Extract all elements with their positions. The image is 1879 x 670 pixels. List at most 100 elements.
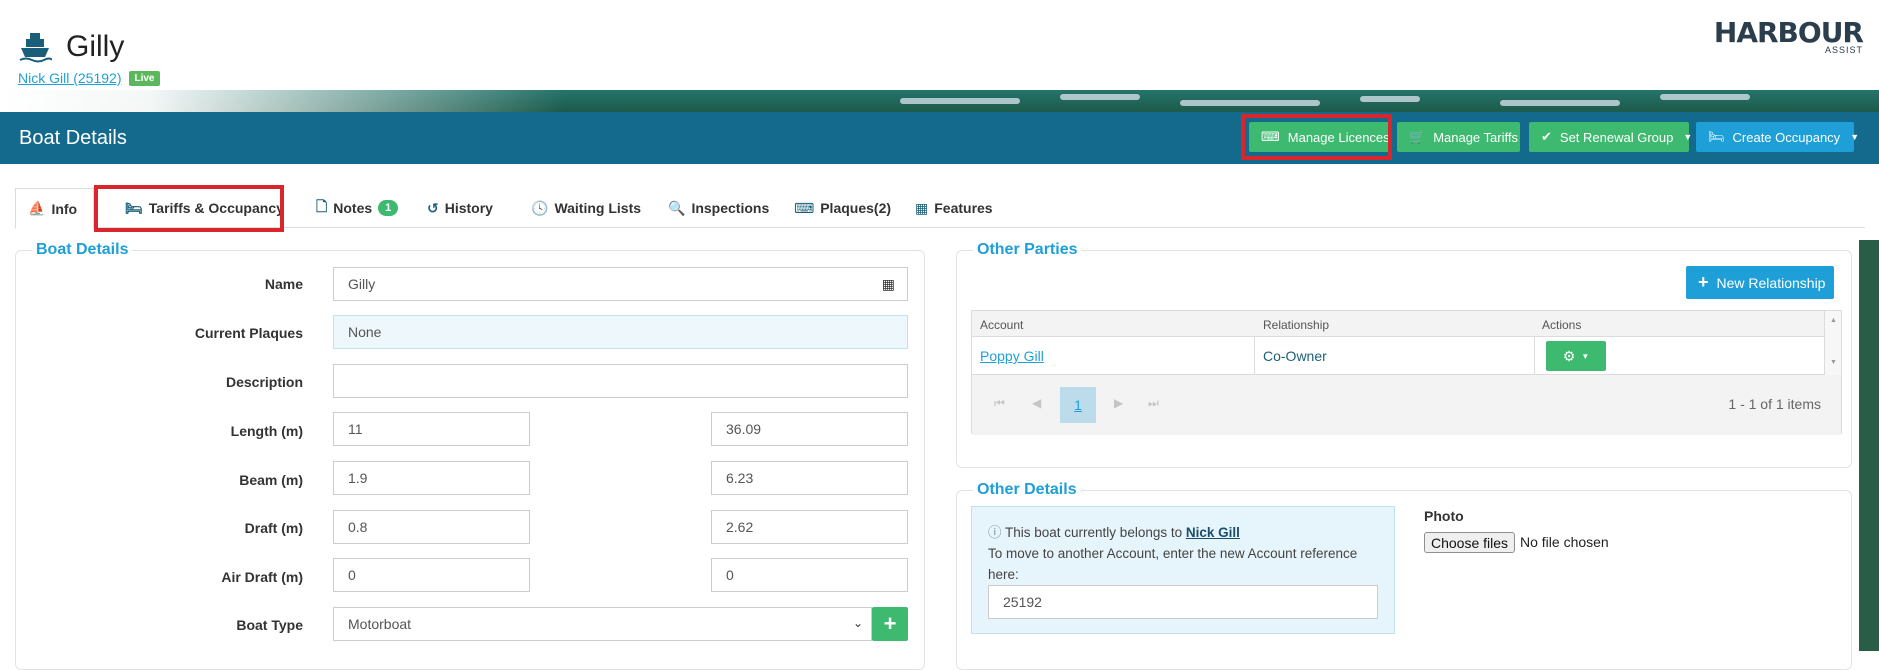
description-input[interactable] <box>333 364 908 398</box>
owner-line: Nick Gill (25192) Live <box>18 70 160 86</box>
manage-tariffs-button[interactable]: 🛒 Manage Tariffs <box>1397 122 1520 152</box>
draft-label: Draft (m) <box>244 520 303 536</box>
prev-page-icon[interactable]: ◀ <box>1032 396 1041 410</box>
tab-inspections[interactable]: 🔍 Inspections <box>656 188 781 228</box>
other-parties-grid: Account Relationship Actions Poppy Gill … <box>971 310 1842 435</box>
tab-info-label: Info <box>51 200 78 217</box>
column-header-account[interactable]: Account <box>980 318 1023 332</box>
cart-icon: 🛒 <box>1409 129 1426 144</box>
new-relationship-button[interactable]: + New Relationship <box>1686 266 1834 299</box>
highlight-tariffs-tab <box>94 185 284 232</box>
caret-down-icon: ▼ <box>1683 132 1693 142</box>
tab-history-label: History <box>444 200 493 216</box>
column-header-relationship[interactable]: Relationship <box>1263 318 1329 332</box>
add-boat-type-button[interactable]: + <box>872 607 908 641</box>
other-details-legend: Other Details <box>973 481 1081 499</box>
status-badge: Live <box>129 70 160 86</box>
name-input[interactable]: Gilly ▦ <box>333 267 908 301</box>
caret-down-icon: ▼ <box>1850 132 1860 142</box>
beam-input[interactable]: 1.9 <box>333 461 530 495</box>
tab-inspections-label: Inspections <box>691 200 770 216</box>
column-header-actions: Actions <box>1542 318 1582 332</box>
tab-waiting-lists[interactable]: 🕓 Waiting Lists <box>519 188 653 228</box>
boat-details-legend: Boat Details <box>32 241 133 259</box>
current-plaques-value: None <box>348 324 382 340</box>
air-draft-ft-input[interactable]: 0 <box>711 558 908 592</box>
first-page-icon[interactable]: ⏮ <box>994 396 1005 411</box>
tab-features[interactable]: ▦ Features <box>903 188 1005 228</box>
draft-input[interactable]: 0.8 <box>333 510 530 544</box>
history-icon: ↺ <box>427 199 439 216</box>
grid-scrollbar[interactable]: ▲ ▼ <box>1824 311 1841 375</box>
section-title: Boat Details <box>19 127 127 149</box>
create-occupancy-button[interactable]: 🛏 Create Occupancy ▼ <box>1696 122 1859 152</box>
tab-waiting-lists-label: Waiting Lists <box>554 200 642 216</box>
length-value: 11 <box>348 421 363 437</box>
column-divider <box>1534 337 1535 375</box>
draft-value: 0.8 <box>348 519 368 535</box>
manage-tariffs-label: Manage Tariffs <box>1433 129 1518 145</box>
scroll-down-icon[interactable]: ▼ <box>1830 359 1837 366</box>
beam-value: 1.9 <box>348 470 368 486</box>
length-input[interactable]: 11 <box>333 412 530 446</box>
gears-icon: ⚙ <box>1562 347 1576 364</box>
tab-history[interactable]: ↺ History <box>415 188 505 228</box>
last-page-icon[interactable]: ⏭ <box>1148 396 1159 411</box>
belongs-line: ⓘ This boat currently belongs to Nick Gi… <box>988 522 1240 543</box>
move-instructions: To move to another Account, enter the ne… <box>988 546 1358 582</box>
tab-notes-label: Notes <box>333 200 373 216</box>
draft-ft-value: 2.62 <box>726 519 754 535</box>
info-icon: ⓘ <box>988 525 1002 540</box>
beam-ft-value: 6.23 <box>726 470 754 486</box>
air-draft-label: Air Draft (m) <box>221 569 303 585</box>
account-link[interactable]: Poppy Gill <box>980 348 1044 364</box>
note-icon: 🗋 <box>316 198 328 214</box>
tab-info[interactable]: ⛵ Info <box>15 188 94 229</box>
name-value: Gilly <box>348 276 376 292</box>
notes-count-badge: 1 <box>378 200 399 216</box>
account-reference-value: 25192 <box>1003 594 1042 610</box>
banner-boat <box>1060 94 1140 100</box>
beam-label: Beam (m) <box>239 472 303 488</box>
ship-icon: ⛵ <box>28 200 46 216</box>
draft-ft-input[interactable]: 2.62 <box>711 510 908 544</box>
owner-link[interactable]: Nick Gill (25192) <box>18 70 121 86</box>
header-white-area <box>0 0 1879 90</box>
banner-boat <box>900 98 1020 104</box>
other-parties-legend: Other Parties <box>973 241 1082 259</box>
boat-type-label: Boat Type <box>236 617 303 633</box>
tab-notes[interactable]: 🗋 Notes 1 <box>304 188 410 228</box>
table-row: Poppy Gill Co-Owner ⚙ ▼ <box>972 337 1841 375</box>
tab-plaques[interactable]: ⌨ Plaques(2) <box>782 188 903 228</box>
row-actions-button[interactable]: ⚙ ▼ <box>1546 341 1606 371</box>
grid-icon: ▦ <box>915 199 929 216</box>
chevron-down-icon: ⌄ <box>852 616 863 630</box>
air-draft-input[interactable]: 0 <box>333 558 530 592</box>
caret-down-icon: ▼ <box>1581 351 1590 361</box>
highlight-manage-licences <box>1241 114 1392 160</box>
current-page[interactable]: 1 <box>1060 387 1096 423</box>
contact-card-icon: ▦ <box>881 276 895 292</box>
section-bar: Boat Details ⌨ Manage Licences 🛒 Manage … <box>0 112 1879 164</box>
boat-type-select[interactable]: Motorboat ⌄ <box>333 607 872 641</box>
air-draft-value: 0 <box>348 567 356 583</box>
beam-ft-input[interactable]: 6.23 <box>711 461 908 495</box>
next-page-icon[interactable]: ▶ <box>1114 396 1123 410</box>
grid-pager: ⏮ ◀ 1 ▶ ⏭ 1 - 1 of 1 items <box>972 375 1841 435</box>
pager-info: 1 - 1 of 1 items <box>1728 396 1821 412</box>
account-reference-input[interactable]: 25192 <box>988 585 1378 619</box>
cell-relationship: Co-Owner <box>1263 348 1327 364</box>
choose-files-button[interactable]: Choose files <box>1424 532 1516 553</box>
check-circle-icon: ✔ <box>1541 129 1552 144</box>
length-ft-input[interactable]: 36.09 <box>711 412 908 446</box>
grid-header: Account Relationship Actions <box>972 311 1841 337</box>
boat-name: Gilly <box>66 30 125 63</box>
background-edge <box>1859 240 1879 651</box>
banner-boat <box>1360 96 1420 102</box>
set-renewal-group-button[interactable]: ✔ Set Renewal Group ▼ <box>1529 122 1693 152</box>
owner-account-link[interactable]: Nick Gill <box>1186 525 1240 540</box>
air-draft-ft-value: 0 <box>726 567 734 583</box>
set-renewal-group-label: Set Renewal Group <box>1559 129 1674 145</box>
scroll-up-icon[interactable]: ▲ <box>1830 317 1837 324</box>
search-icon: 🔍 <box>668 199 686 216</box>
